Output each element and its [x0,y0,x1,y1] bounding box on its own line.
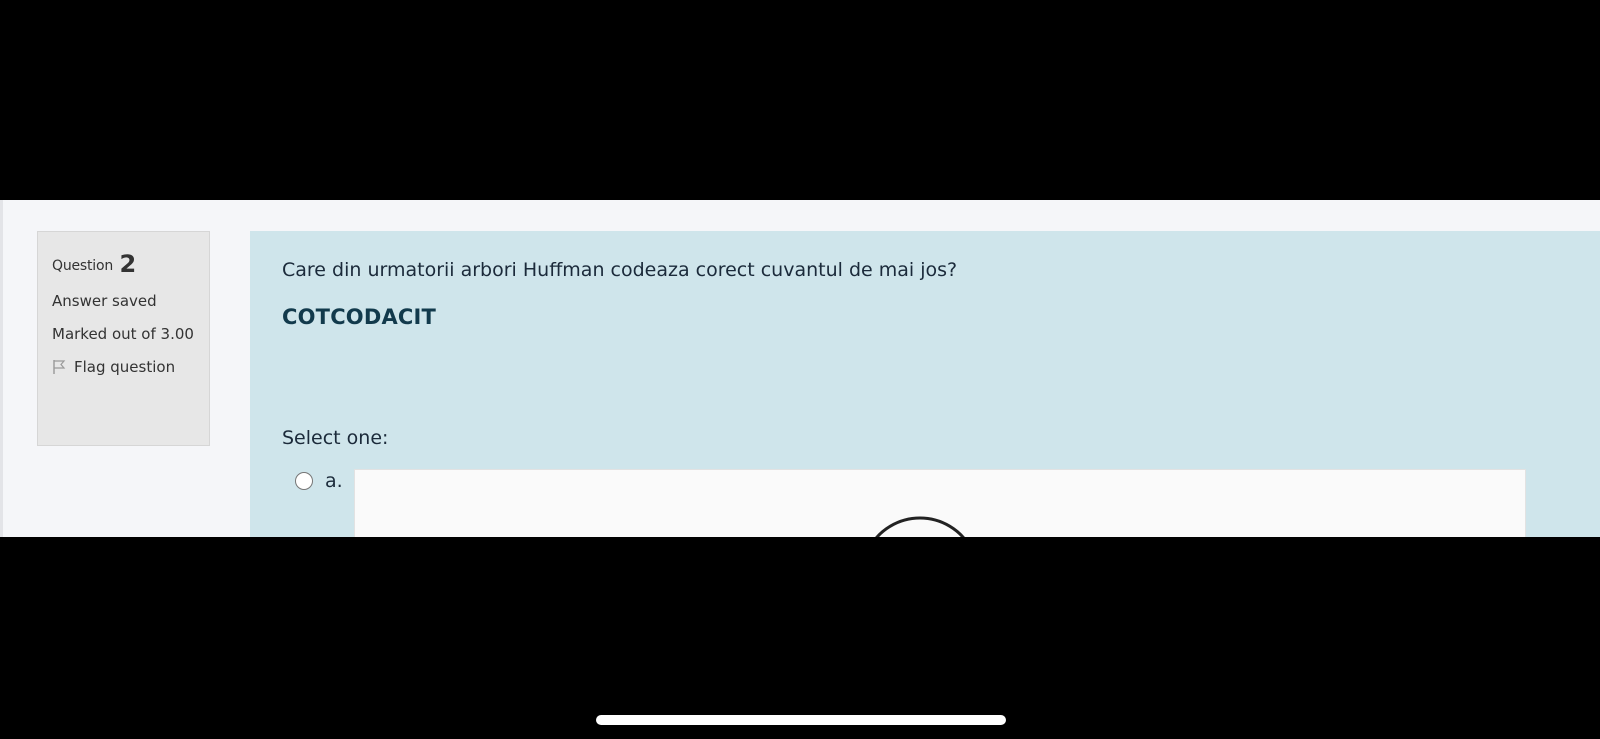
flag-question-label: Flag question [74,358,176,376]
question-info-panel: Question 2 Answer saved Marked out of 3.… [37,231,210,446]
question-grade: Marked out of 3.00 [52,325,194,343]
encoded-word: COTCODACIT [282,305,437,329]
home-indicator[interactable] [596,715,1006,725]
answer-a-label: a. [325,470,343,492]
answer-a-image [354,469,1526,537]
question-state: Answer saved [52,292,157,310]
quiz-screen: Question 2 Answer saved Marked out of 3.… [0,200,1600,537]
answer-option-a[interactable]: a. [295,470,343,492]
huffman-tree-root-node [875,516,965,537]
flag-icon [52,359,66,375]
flag-question-button[interactable]: Flag question [52,356,209,378]
question-label: Question [52,258,114,274]
select-one-prompt: Select one: [282,427,389,449]
question-content: Care din urmatorii arbori Huffman codeaz… [250,231,1600,537]
screen-edge [0,200,3,537]
answer-a-radio[interactable] [295,472,313,490]
question-number: Question 2 [52,250,209,280]
question-number-value: 2 [119,250,137,278]
question-text: Care din urmatorii arbori Huffman codeaz… [282,259,958,281]
